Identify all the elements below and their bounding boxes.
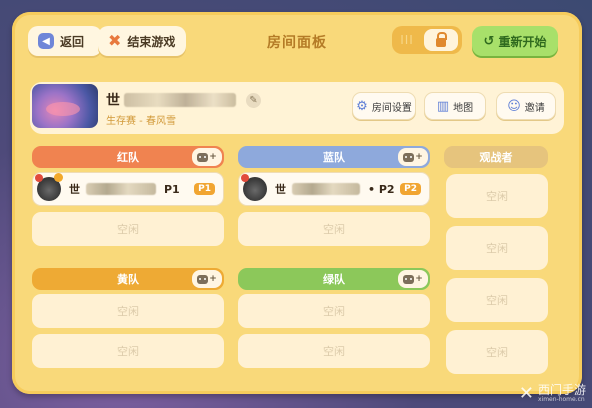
lock-icon — [436, 31, 447, 47]
empty-slot[interactable]: 空闲 — [32, 212, 224, 246]
restart-button[interactable]: ↺ 重新开始 — [472, 26, 558, 56]
gear-icon: ⚙ — [356, 98, 368, 114]
toggle-grip: III — [400, 33, 414, 47]
robot-icon — [197, 274, 209, 284]
team-header: 蓝队 + — [238, 146, 430, 168]
restart-label: 重新开始 — [498, 34, 547, 49]
empty-slot[interactable]: 空闲 — [238, 212, 430, 246]
room-settings-button[interactable]: ⚙ 房间设置 — [352, 92, 416, 120]
player-tag: P1 — [194, 183, 215, 195]
invite-icon: ☺ — [507, 98, 521, 114]
invite-button[interactable]: ☺ 邀请 — [496, 92, 556, 120]
empty-slot[interactable]: 空闲 — [238, 294, 430, 328]
team-header: 绿队 + — [238, 268, 430, 290]
room-name-redacted — [124, 93, 236, 107]
room-mode: 生存赛 - 春风雪 — [106, 116, 176, 127]
player-position: P1 — [164, 182, 180, 196]
robot-icon — [403, 152, 415, 162]
status-dot — [241, 174, 249, 182]
room-name-prefix: 世 — [106, 93, 120, 109]
team-name: 黄队 — [117, 273, 139, 286]
avatar — [35, 173, 63, 201]
host-badge — [54, 173, 63, 182]
map-label: 地图 — [453, 102, 474, 114]
status-dot — [35, 174, 43, 182]
team-name: 红队 — [117, 151, 139, 164]
add-bot-button[interactable]: + — [192, 148, 222, 166]
team-header: 红队 + — [32, 146, 224, 168]
watermark-logo-icon: ✕ — [518, 383, 534, 404]
lock-toggle[interactable]: III — [392, 26, 462, 54]
room-name: 世 ✎ — [106, 90, 261, 110]
empty-slot[interactable]: 空闲 — [238, 334, 430, 368]
room-thumbnail — [32, 84, 98, 128]
add-bot-button[interactable]: + — [398, 270, 428, 288]
spectator-slot[interactable]: 空闲 — [446, 226, 548, 270]
toggle-knob — [424, 29, 458, 51]
player-name-redacted — [292, 183, 360, 195]
add-bot-plus: + — [415, 274, 423, 284]
empty-slot[interactable]: 空闲 — [32, 334, 224, 368]
map-icon: ▥ — [436, 98, 450, 114]
spectator-slot[interactable]: 空闲 — [446, 174, 548, 218]
player-tag: P2 — [400, 183, 421, 195]
team-header: 黄队 + — [32, 268, 224, 290]
add-bot-plus: + — [209, 152, 217, 162]
room-panel: ◀ 返回 ✖ 结束游戏 房间面板 III ↺ 重新开始 世 ✎ 生存赛 - 春风… — [12, 12, 582, 394]
add-bot-button[interactable]: + — [398, 148, 428, 166]
spectator-header: 观战者 — [444, 146, 548, 168]
room-info: 世 ✎ 生存赛 - 春风雪 ⚙ 房间设置 ▥ 地图 ☺ 邀请 — [30, 82, 564, 134]
avatar — [241, 174, 267, 201]
add-bot-button[interactable]: + — [192, 270, 222, 288]
add-bot-plus: + — [415, 152, 423, 162]
map-button[interactable]: ▥ 地图 — [424, 92, 486, 120]
invite-label: 邀请 — [524, 102, 545, 114]
player-name-prefix: 世 — [275, 183, 286, 196]
empty-slot[interactable]: 空闲 — [32, 294, 224, 328]
robot-icon — [197, 152, 209, 162]
team-name: 蓝队 — [323, 151, 345, 164]
player-slot[interactable]: 世 P1 P1 — [32, 172, 224, 206]
spectator-slot[interactable]: 空闲 — [446, 278, 548, 322]
robot-icon — [403, 274, 415, 284]
add-bot-plus: + — [209, 274, 217, 284]
team-name: 绿队 — [323, 273, 345, 286]
player-name-prefix: 世 — [69, 183, 80, 196]
spectator-column: 观战者 空闲 空闲 空闲 空闲 — [444, 146, 556, 386]
restart-icon: ↺ — [483, 33, 495, 49]
player-position: • P2 — [368, 182, 395, 196]
pencil-icon[interactable]: ✎ — [246, 92, 261, 108]
player-name-redacted — [86, 183, 156, 195]
player-slot[interactable]: 世 • P2 P2 — [238, 172, 430, 206]
watermark: ✕ 西门手游 ximen-home.cn — [519, 383, 586, 404]
watermark-text: 西门手游 — [537, 382, 586, 397]
watermark-sub: ximen-home.cn — [537, 395, 585, 403]
room-settings-label: 房间设置 — [371, 102, 412, 114]
spectator-slot[interactable]: 空闲 — [446, 330, 548, 374]
